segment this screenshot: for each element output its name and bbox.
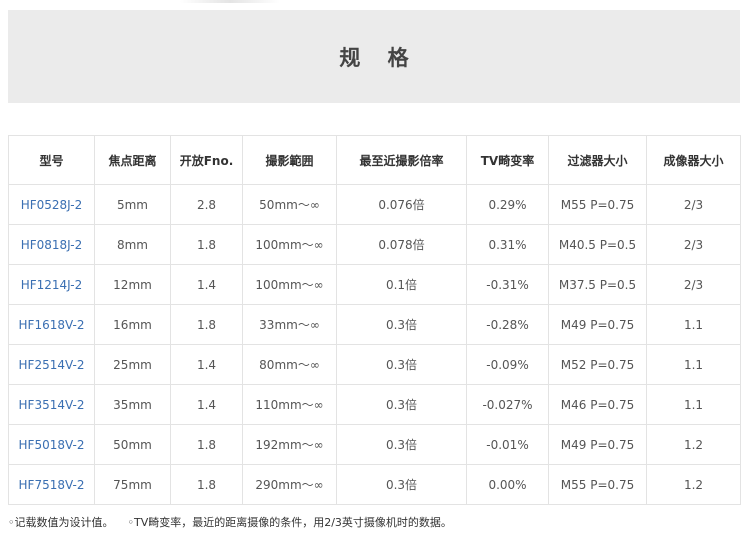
cell-filter-size: M37.5 P=0.5 — [548, 264, 647, 305]
model-link[interactable]: HF7518V-2 — [8, 464, 95, 505]
cell-tv-distortion: 0.29% — [466, 184, 549, 225]
cell-filter-size: M40.5 P=0.5 — [548, 224, 647, 265]
cell-focal-length: 8mm — [94, 224, 171, 265]
cell-imager-size: 1.2 — [646, 464, 741, 505]
header-aperture: 开放Fno. — [170, 135, 243, 185]
cell-magnification: 0.076倍 — [336, 184, 467, 225]
cell-aperture: 1.4 — [170, 344, 243, 385]
header-model: 型号 — [8, 135, 95, 185]
footnote-tv-distortion: ◦TV畸变率，最近的距离摄像的条件，用2/3英寸摄像机时的数据。 — [127, 516, 452, 529]
cell-filter-size: M49 P=0.75 — [548, 424, 647, 465]
model-link[interactable]: HF1214J-2 — [8, 264, 95, 305]
table-header-row: 型号 焦点距离 开放Fno. 撮影範囲 最至近撮影倍率 TV畸变率 过滤器大小 … — [8, 135, 741, 185]
cell-shooting-range: 290mm～∞ — [242, 464, 337, 505]
cell-filter-size: M52 P=0.75 — [548, 344, 647, 385]
page-title: 规 格 — [339, 45, 419, 70]
header-imager-size: 成像器大小 — [646, 135, 741, 185]
spec-table: 型号 焦点距离 开放Fno. 撮影範囲 最至近撮影倍率 TV畸变率 过滤器大小 … — [8, 135, 741, 505]
cell-shooting-range: 110mm～∞ — [242, 384, 337, 425]
cell-focal-length: 25mm — [94, 344, 171, 385]
cell-tv-distortion: -0.027% — [466, 384, 549, 425]
cell-filter-size: M46 P=0.75 — [548, 384, 647, 425]
cell-tv-distortion: -0.28% — [466, 304, 549, 345]
header-filter-size: 过滤器大小 — [548, 135, 647, 185]
cell-magnification: 0.078倍 — [336, 224, 467, 265]
cell-aperture: 1.8 — [170, 464, 243, 505]
cell-magnification: 0.3倍 — [336, 304, 467, 345]
cell-aperture: 1.8 — [170, 224, 243, 265]
footnote: ◦记载数值为设计值。 ◦TV畸变率，最近的距离摄像的条件，用2/3英寸摄像机时的数… — [8, 514, 742, 530]
table-row: HF0528J-2 5mm 2.8 50mm～∞ 0.076倍 0.29% M5… — [8, 184, 741, 225]
cell-tv-distortion: -0.31% — [466, 264, 549, 305]
table-row: HF0818J-2 8mm 1.8 100mm～∞ 0.078倍 0.31% M… — [8, 224, 741, 265]
header-focal-length: 焦点距离 — [94, 135, 171, 185]
cell-imager-size: 1.1 — [646, 344, 741, 385]
cell-shooting-range: 50mm～∞ — [242, 184, 337, 225]
model-link[interactable]: HF0528J-2 — [8, 184, 95, 225]
cell-tv-distortion: 0.00% — [466, 464, 549, 505]
table-row: HF7518V-2 75mm 1.8 290mm～∞ 0.3倍 0.00% M5… — [8, 464, 741, 505]
cell-aperture: 2.8 — [170, 184, 243, 225]
cell-shooting-range: 33mm～∞ — [242, 304, 337, 345]
cell-focal-length: 16mm — [94, 304, 171, 345]
cell-magnification: 0.3倍 — [336, 384, 467, 425]
table-row: HF2514V-2 25mm 1.4 80mm～∞ 0.3倍 -0.09% M5… — [8, 344, 741, 385]
cell-imager-size: 1.1 — [646, 384, 741, 425]
cell-tv-distortion: -0.09% — [466, 344, 549, 385]
header-shooting-range: 撮影範囲 — [242, 135, 337, 185]
cell-magnification: 0.3倍 — [336, 464, 467, 505]
model-link[interactable]: HF2514V-2 — [8, 344, 95, 385]
cell-imager-size: 2/3 — [646, 224, 741, 265]
cell-filter-size: M55 P=0.75 — [548, 184, 647, 225]
cell-shooting-range: 80mm～∞ — [242, 344, 337, 385]
model-link[interactable]: HF0818J-2 — [8, 224, 95, 265]
top-decoration — [180, 0, 280, 3]
cell-focal-length: 35mm — [94, 384, 171, 425]
cell-focal-length: 75mm — [94, 464, 171, 505]
cell-filter-size: M55 P=0.75 — [548, 464, 647, 505]
table-row: HF1618V-2 16mm 1.8 33mm～∞ 0.3倍 -0.28% M4… — [8, 304, 741, 345]
cell-aperture: 1.4 — [170, 384, 243, 425]
model-link[interactable]: HF3514V-2 — [8, 384, 95, 425]
cell-focal-length: 12mm — [94, 264, 171, 305]
model-link[interactable]: HF5018V-2 — [8, 424, 95, 465]
cell-focal-length: 5mm — [94, 184, 171, 225]
footnote-design-values: ◦记载数值为设计值。 — [8, 516, 114, 529]
cell-tv-distortion: -0.01% — [466, 424, 549, 465]
header-tv-distortion: TV畸变率 — [466, 135, 549, 185]
cell-aperture: 1.8 — [170, 304, 243, 345]
table-row: HF1214J-2 12mm 1.4 100mm～∞ 0.1倍 -0.31% M… — [8, 264, 741, 305]
cell-imager-size: 2/3 — [646, 264, 741, 305]
header-max-magnification: 最至近撮影倍率 — [336, 135, 467, 185]
cell-aperture: 1.4 — [170, 264, 243, 305]
cell-magnification: 0.3倍 — [336, 424, 467, 465]
model-link[interactable]: HF1618V-2 — [8, 304, 95, 345]
cell-imager-size: 1.2 — [646, 424, 741, 465]
cell-focal-length: 50mm — [94, 424, 171, 465]
cell-shooting-range: 100mm～∞ — [242, 264, 337, 305]
cell-filter-size: M49 P=0.75 — [548, 304, 647, 345]
cell-imager-size: 1.1 — [646, 304, 741, 345]
table-row: HF3514V-2 35mm 1.4 110mm～∞ 0.3倍 -0.027% … — [8, 384, 741, 425]
cell-imager-size: 2/3 — [646, 184, 741, 225]
cell-shooting-range: 100mm～∞ — [242, 224, 337, 265]
cell-tv-distortion: 0.31% — [466, 224, 549, 265]
cell-magnification: 0.1倍 — [336, 264, 467, 305]
cell-aperture: 1.8 — [170, 424, 243, 465]
cell-magnification: 0.3倍 — [336, 344, 467, 385]
table-row: HF5018V-2 50mm 1.8 192mm～∞ 0.3倍 -0.01% M… — [8, 424, 741, 465]
title-band: 规 格 — [8, 10, 740, 103]
cell-shooting-range: 192mm～∞ — [242, 424, 337, 465]
